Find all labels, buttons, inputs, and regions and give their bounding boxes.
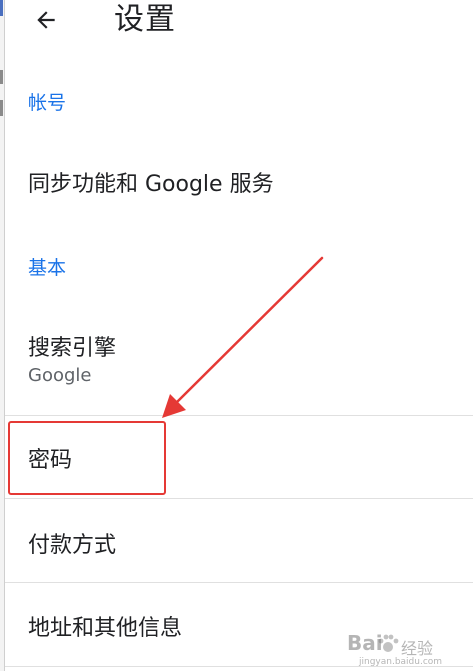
settings-item-search-engine[interactable]: 搜索引擎 Google <box>5 320 473 415</box>
settings-item-payment-methods[interactable]: 付款方式 <box>5 499 473 582</box>
settings-item-passwords[interactable]: 密码 <box>5 416 473 498</box>
edge-mark <box>0 70 3 84</box>
edge-mark <box>0 100 3 116</box>
toolbar: 设置 <box>0 0 473 48</box>
back-button[interactable] <box>28 2 64 38</box>
page-title: 设置 <box>114 2 176 37</box>
divider <box>5 666 473 667</box>
settings-item-addresses[interactable]: 地址和其他信息 <box>5 583 473 666</box>
settings-item-title: 付款方式 <box>28 533 117 558</box>
settings-item-title: 同步功能和 Google 服务 <box>28 172 274 197</box>
section-header-account: 帐号 <box>28 92 67 114</box>
settings-item-subtitle: Google <box>28 365 92 386</box>
settings-item-title: 密码 <box>28 448 73 473</box>
settings-item-title: 搜索引擎 <box>28 336 117 361</box>
settings-item-title: 地址和其他信息 <box>28 616 183 641</box>
arrow-left-icon <box>37 11 55 29</box>
settings-item-sync-google-services[interactable]: 同步功能和 Google 服务 <box>5 150 473 214</box>
section-header-basic: 基本 <box>28 257 67 279</box>
